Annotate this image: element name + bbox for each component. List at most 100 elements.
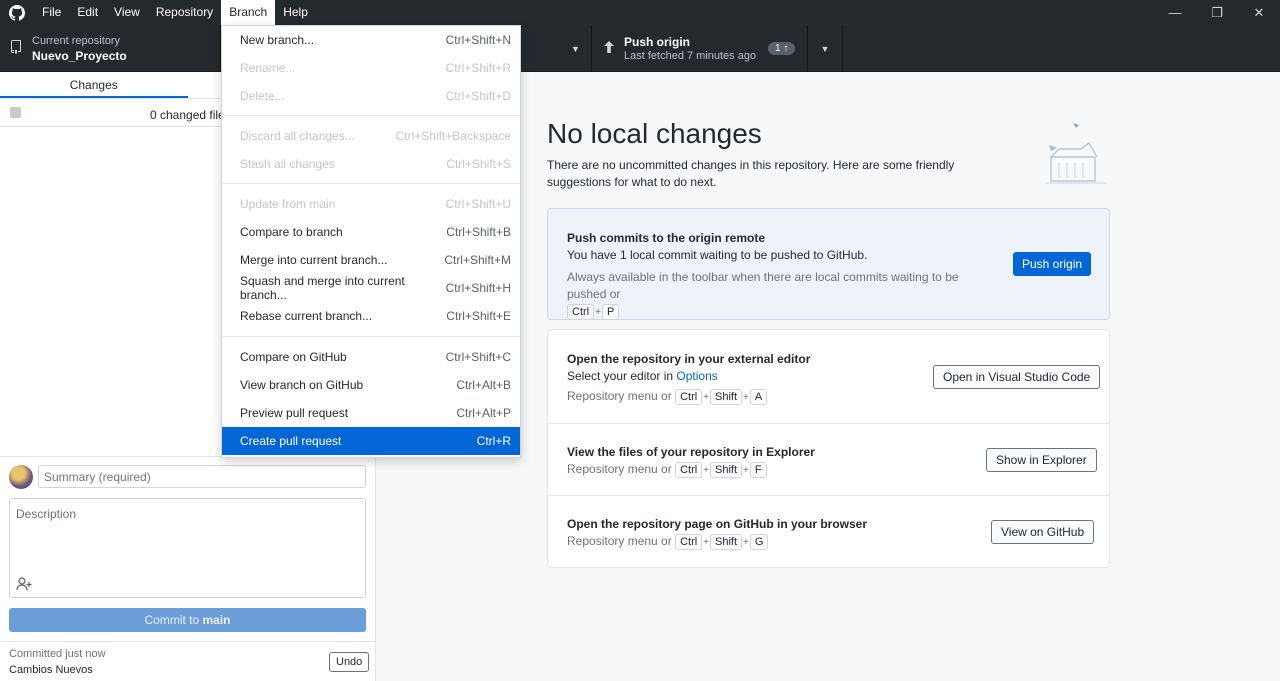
arrow-up-icon xyxy=(604,41,614,56)
push-suggestion-card: Push commits to the origin remote You ha… xyxy=(547,208,1110,320)
menu-item-compare-on-github[interactable]: Compare on GitHub Ctrl+Shift+C xyxy=(222,343,520,371)
branch-menu: New branch... Ctrl+Shift+N Rename... Ctrl+… xyxy=(221,25,521,458)
explorer-card-title: View the files of your repository in Exp… xyxy=(567,445,815,459)
last-commit-message: Cambios Nuevos xyxy=(9,664,93,676)
menu-item-view-branch-on-github[interactable]: View branch on GitHub Ctrl+Alt+B xyxy=(222,371,520,399)
menu-item-shortcut: Ctrl+Shift+Backspace xyxy=(395,129,511,143)
editor-card-text: Select your editor in Options xyxy=(567,369,718,383)
menu-item-label: Merge into current branch... xyxy=(240,253,388,267)
menu-separator xyxy=(222,115,520,116)
chevron-down-icon[interactable]: ▼ xyxy=(560,25,592,72)
menu-branch[interactable]: Branch xyxy=(221,0,276,25)
menu-item-new-branch[interactable]: New branch... Ctrl+Shift+N xyxy=(222,26,520,54)
menu-item-rebase[interactable]: Rebase current branch... Ctrl+Shift+E xyxy=(222,302,520,330)
github-logo-icon xyxy=(0,0,34,25)
push-origin-card-button[interactable]: Push origin xyxy=(1013,252,1092,276)
select-all-checkbox[interactable] xyxy=(10,107,21,118)
editor-suggestion: Open the repository in your external edi… xyxy=(548,330,1109,424)
description-field[interactable]: Description xyxy=(9,498,366,598)
menu-help[interactable]: Help xyxy=(275,0,316,25)
explorer-card-hint: Repository menu or Ctrl + Shift + F xyxy=(567,462,767,478)
menu-item-shortcut: Ctrl+Shift+E xyxy=(446,309,511,323)
kbd-shift: Shift xyxy=(710,534,743,550)
kbd-f: F xyxy=(749,462,767,478)
title-bar: File Edit View Repository Branch Help — … xyxy=(0,0,1280,25)
kbd-shift: Shift xyxy=(710,389,743,405)
menu-item-label: Compare to branch xyxy=(240,225,343,239)
menu-item-squash-merge[interactable]: Squash and merge into current branch... C… xyxy=(222,274,520,302)
close-button[interactable]: ✕ xyxy=(1238,0,1280,25)
current-repository-button[interactable]: Current repository Nuevo_Proyecto xyxy=(0,25,221,72)
menu-item-shortcut: Ctrl+Alt+P xyxy=(456,406,511,420)
commit-button-prefix: Commit to xyxy=(144,613,203,627)
suggestions-card: Open the repository in your external edi… xyxy=(547,329,1110,568)
github-suggestion: Open the repository page on GitHub in yo… xyxy=(548,496,1109,568)
menu-item-preview-pull-request[interactable]: Preview pull request Ctrl+Alt+P xyxy=(222,399,520,427)
push-dropdown-chevron-icon[interactable]: ▼ xyxy=(807,25,843,72)
push-card-text: You have 1 local commit waiting to be pu… xyxy=(567,248,868,262)
push-card-hint-text: Always available in the toolbar when the… xyxy=(567,270,959,301)
repo-label: Current repository xyxy=(32,34,121,47)
minimize-button[interactable]: — xyxy=(1154,0,1196,25)
github-card-title: Open the repository page on GitHub in yo… xyxy=(567,517,868,531)
menu-item-rename: Rename... Ctrl+Shift+R xyxy=(222,54,520,82)
push-card-hint: Always available in the toolbar when the… xyxy=(567,270,959,320)
menu-item-label: Compare on GitHub xyxy=(240,350,347,364)
menu-item-create-pull-request[interactable]: Create pull request Ctrl+R xyxy=(222,427,520,455)
editor-card-hint: Repository menu or Ctrl + Shift + A xyxy=(567,389,768,405)
options-link[interactable]: Options xyxy=(676,369,717,383)
menu-item-shortcut: Ctrl+Shift+N xyxy=(445,33,511,47)
push-count-badge: 1 ↑ xyxy=(768,42,796,55)
avatar xyxy=(9,465,33,489)
menu-item-shortcut: Ctrl+Shift+H xyxy=(445,281,511,295)
show-in-explorer-button[interactable]: Show in Explorer xyxy=(986,448,1097,472)
menu-item-delete: Delete... Ctrl+Shift+D xyxy=(222,82,520,110)
menu-item-label: Discard all changes... xyxy=(240,129,355,143)
menu-item-label: View branch on GitHub xyxy=(240,378,364,392)
menu-view[interactable]: View xyxy=(106,0,148,25)
commit-area: Description Commit to main Committed jus… xyxy=(0,456,375,681)
kbd-g: G xyxy=(749,534,769,550)
menu-item-merge[interactable]: Merge into current branch... Ctrl+Shift+M xyxy=(222,246,520,274)
menu-item-shortcut: Ctrl+Shift+B xyxy=(446,225,511,239)
menu-item-label: Rename... xyxy=(240,61,296,75)
last-commit-panel: Committed just now Cambios Nuevos Undo xyxy=(0,641,375,681)
push-title: Push origin xyxy=(624,35,690,49)
editor-card-text-prefix: Select your editor in xyxy=(567,369,677,383)
empty-state-illustration-icon xyxy=(1041,117,1111,192)
open-in-editor-button[interactable]: Open in Visual Studio Code xyxy=(933,365,1101,389)
kbd-p: P xyxy=(601,304,620,320)
menu-item-shortcut: Ctrl+Shift+C xyxy=(445,350,511,364)
push-card-title: Push commits to the origin remote xyxy=(567,231,766,245)
menu-item-label: Rebase current branch... xyxy=(240,309,373,323)
menu-item-label: Create pull request xyxy=(240,434,342,448)
push-subtitle: Last fetched 7 minutes ago xyxy=(624,50,757,62)
menu-item-compare-to-branch[interactable]: Compare to branch Ctrl+Shift+B xyxy=(222,218,520,246)
menu-separator xyxy=(222,336,520,337)
menu-item-shortcut: Ctrl+Shift+D xyxy=(445,89,511,103)
add-coauthor-icon[interactable] xyxy=(16,577,32,594)
commit-button[interactable]: Commit to main xyxy=(9,608,366,632)
menu-file[interactable]: File xyxy=(34,0,69,25)
summary-input[interactable] xyxy=(38,465,366,488)
menu-item-shortcut: Ctrl+R xyxy=(476,434,511,448)
undo-button[interactable]: Undo xyxy=(329,652,370,672)
menu-item-label: Update from main xyxy=(240,197,336,211)
kbd-ctrl: Ctrl xyxy=(675,462,703,478)
page-description: There are no uncommitted changes in this… xyxy=(547,158,955,189)
view-on-github-button[interactable]: View on GitHub xyxy=(991,520,1095,544)
menu-item-shortcut: Ctrl+Shift+M xyxy=(444,253,511,267)
github-card-hint: Repository menu or Ctrl + Shift + G xyxy=(567,534,769,550)
menu-item-label: Preview pull request xyxy=(240,406,349,420)
kbd-a: A xyxy=(749,389,768,405)
repo-icon xyxy=(10,40,22,57)
restore-button[interactable]: ❐ xyxy=(1196,0,1238,25)
toolbar: Current repository Nuevo_Proyecto ▼ Push… xyxy=(0,25,1280,72)
description-placeholder: Description xyxy=(16,507,77,521)
push-origin-button[interactable]: Push origin Last fetched 7 minutes ago 1… xyxy=(592,25,807,72)
menu-repository[interactable]: Repository xyxy=(148,0,221,25)
menu-item-stash-all: Stash all changes Ctrl+Shift+S xyxy=(222,150,520,178)
menu-edit[interactable]: Edit xyxy=(69,0,106,25)
tab-changes[interactable]: Changes xyxy=(0,72,188,98)
kbd-ctrl: Ctrl xyxy=(675,389,703,405)
